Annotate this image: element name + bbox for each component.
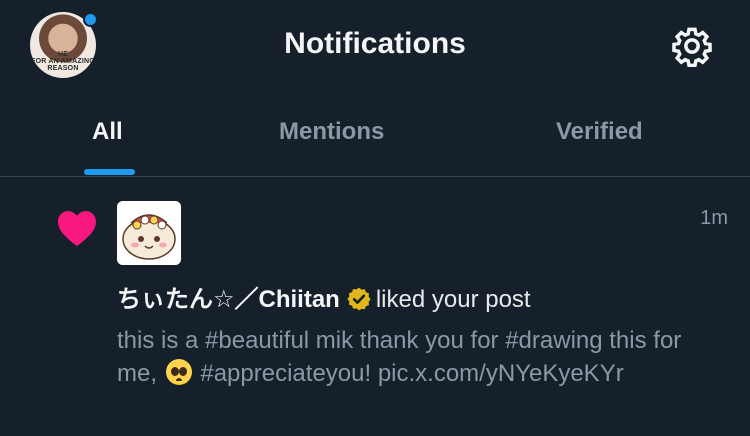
author-avatar[interactable] <box>117 201 181 265</box>
author-name[interactable]: ちぃたん☆／Chiitan <box>117 286 340 313</box>
active-tab-indicator <box>84 169 135 175</box>
tab-mentions[interactable]: Mentions <box>279 117 384 147</box>
pleading-face-emoji <box>165 359 192 385</box>
verified-badge-icon <box>347 287 371 311</box>
unread-indicator-dot <box>83 12 98 27</box>
chiitan-avatar-image <box>117 201 181 265</box>
gear-icon[interactable] <box>671 25 713 67</box>
notification-item[interactable]: 1m ちぃたん☆／Chiitan liked your post this is… <box>0 177 750 436</box>
tab-all[interactable]: All <box>92 117 123 147</box>
post-preview[interactable]: this is a #beautiful mik thank you for #… <box>117 324 727 390</box>
heart-icon <box>58 211 96 247</box>
header-bar: HE FOR AN AMAZING REASON Notifications <box>0 0 750 88</box>
notification-summary: ちぃたん☆／Chiitan liked your post <box>117 284 531 316</box>
post-text-part2: #appreciateyou! pic.x.com/yNYeKyeKYr <box>200 360 624 387</box>
notification-tabs: All Mentions Verified <box>0 100 750 176</box>
notification-action: liked your post <box>375 286 531 313</box>
notification-time: 1m <box>700 207 728 229</box>
page-title: Notifications <box>284 27 466 60</box>
tab-verified[interactable]: Verified <box>556 117 643 147</box>
